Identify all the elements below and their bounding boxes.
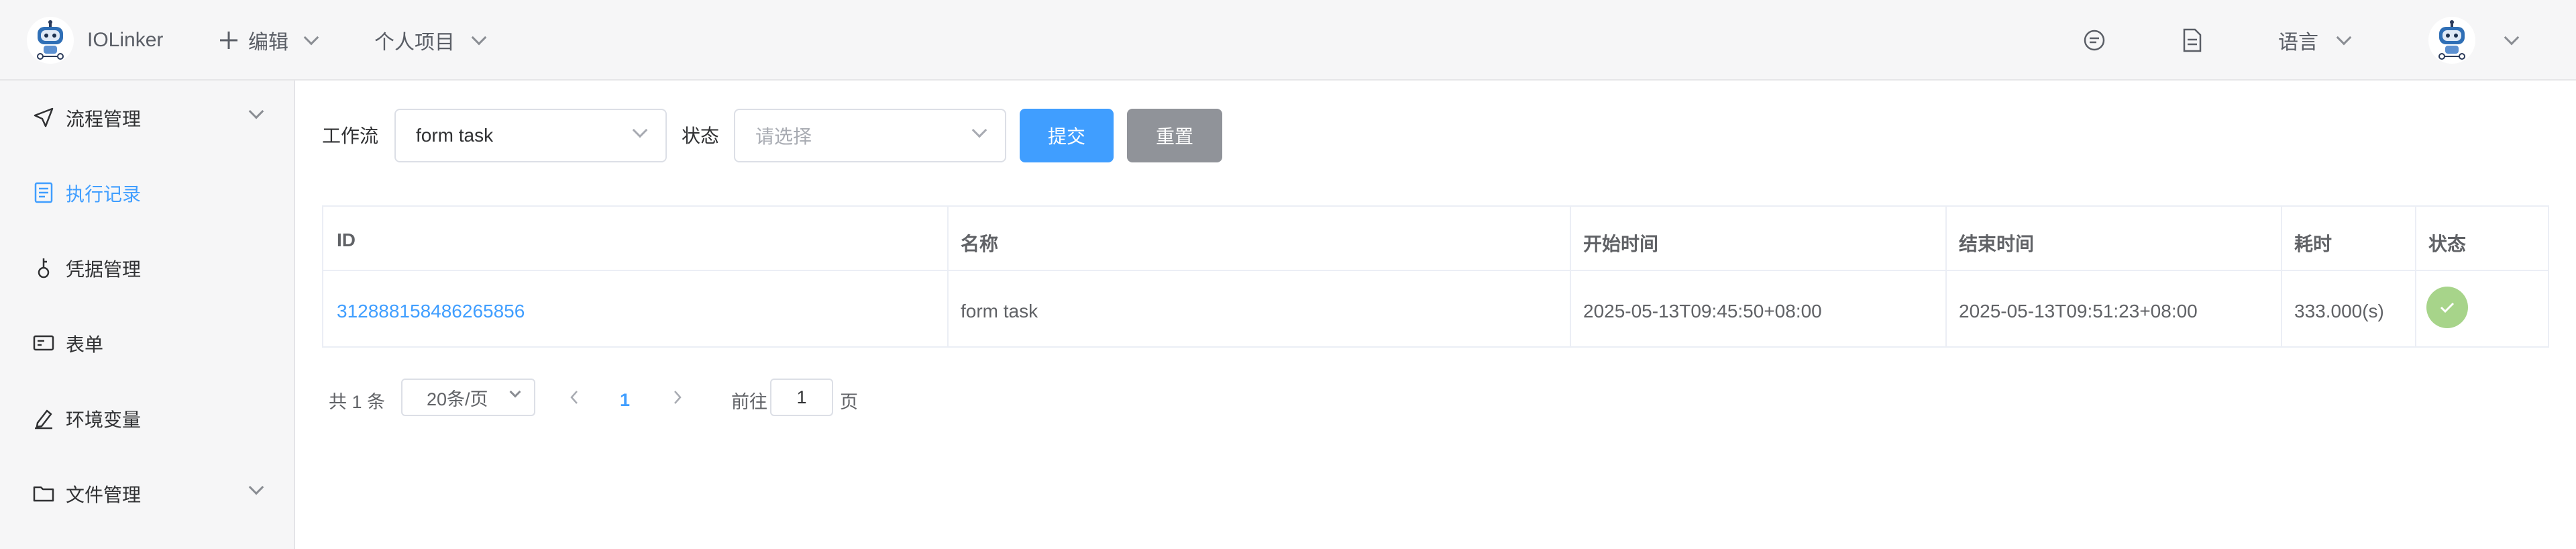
column-header-start-time[interactable]: 开始时间 [1583, 230, 1658, 256]
column-header-end-time[interactable]: 结束时间 [1959, 230, 2034, 256]
top-header: IOLinker 编辑 个人项目 语言 [0, 0, 2576, 81]
sidebar-item-credentials[interactable]: 凭据管理 [0, 231, 295, 306]
chevron-down-icon [2336, 30, 2352, 46]
cell-name: form task [961, 301, 1038, 321]
pagination-total: 共 1 条 [329, 391, 386, 412]
status-success-badge [2426, 287, 2468, 328]
chevron-right-icon [674, 391, 682, 404]
next-page-button[interactable] [672, 388, 683, 407]
column-divider [947, 207, 949, 346]
project-menu[interactable]: 个人项目 [374, 0, 487, 81]
column-divider [1945, 207, 1947, 346]
column-header-id[interactable]: ID [337, 230, 356, 251]
chevron-down-icon [248, 103, 264, 119]
robot-logo-icon [27, 17, 74, 64]
status-select-placeholder: 请选择 [755, 126, 812, 147]
check-icon [2440, 302, 2455, 313]
chevron-down-icon [303, 30, 319, 46]
edit-menu[interactable]: 编辑 [219, 0, 319, 81]
form-icon [33, 335, 54, 351]
page-size-value: 20条/页 [427, 389, 488, 409]
chevron-down-icon [471, 30, 487, 46]
column-header-status[interactable]: 状态 [2428, 230, 2466, 256]
column-header-name[interactable]: 名称 [961, 230, 998, 256]
column-divider [2281, 207, 2282, 346]
brand-logo[interactable] [27, 0, 74, 81]
user-menu[interactable] [2428, 0, 2520, 81]
message-button[interactable] [2082, 0, 2106, 81]
chevron-down-icon [2504, 30, 2520, 46]
column-header-duration[interactable]: 耗时 [2294, 230, 2332, 256]
cell-end-time: 2025-05-13T09:51:23+08:00 [1959, 301, 2198, 321]
key-icon [38, 258, 50, 279]
sidebar-item-label: 环境变量 [66, 409, 142, 430]
sidebar-item-label: 流程管理 [66, 109, 142, 130]
language-menu[interactable]: 语言 [2278, 0, 2352, 81]
chevron-down-icon [632, 122, 648, 138]
cell-duration: 333.000(s) [2294, 301, 2384, 321]
document-icon [34, 182, 53, 203]
sidebar-item-workflow[interactable]: 流程管理 [0, 81, 295, 156]
column-divider [1570, 207, 1571, 346]
sidebar-item-label: 执行记录 [66, 184, 142, 205]
brand-name[interactable]: IOLinker [87, 0, 163, 81]
execution-id-link[interactable]: 312888158486265856 [337, 301, 525, 322]
status-filter-label: 状态 [682, 126, 720, 146]
sidebar-item-forms[interactable]: 表单 [0, 306, 295, 381]
folder-icon [33, 486, 54, 502]
chevron-left-icon [570, 391, 578, 404]
goto-suffix: 页 [840, 391, 858, 412]
sidebar: 流程管理 执行记录 凭据管理 表单 环境变量 文件管理 [0, 81, 295, 549]
page-size-select[interactable]: 20条/页 [401, 379, 535, 416]
sidebar-item-label: 文件管理 [66, 485, 142, 505]
reset-button[interactable]: 重置 [1127, 109, 1222, 162]
column-divider [2415, 207, 2416, 346]
send-icon [34, 107, 54, 128]
table-header-divider [323, 270, 2548, 271]
workflow-select[interactable]: form task [394, 109, 667, 162]
sidebar-item-label: 表单 [66, 334, 104, 355]
document-icon [2183, 28, 2202, 52]
chevron-down-icon [971, 122, 987, 138]
message-icon [2084, 30, 2105, 51]
language-menu-label: 语言 [2278, 32, 2318, 54]
plus-icon [220, 32, 237, 49]
edit-menu-label: 编辑 [248, 32, 288, 54]
chevron-down-icon [248, 479, 264, 495]
sidebar-item-label: 凭据管理 [66, 259, 142, 280]
sidebar-item-execution-records[interactable]: 执行记录 [0, 156, 295, 231]
document-button[interactable] [2182, 0, 2203, 81]
user-avatar-icon [2428, 17, 2475, 64]
cell-start-time: 2025-05-13T09:45:50+08:00 [1583, 301, 1822, 321]
workflow-filter-label: 工作流 [322, 126, 379, 146]
project-menu-label: 个人项目 [374, 32, 455, 54]
execution-table: ID 名称 开始时间 结束时间 耗时 状态 312888158486265856… [322, 205, 2549, 348]
sidebar-item-env-vars[interactable]: 环境变量 [0, 381, 295, 456]
workflow-select-value: form task [416, 125, 494, 146]
edit-icon [35, 409, 52, 430]
goto-page-input[interactable]: 1 [770, 379, 833, 416]
goto-prefix: 前往 [731, 391, 767, 412]
prev-page-button[interactable] [569, 388, 580, 407]
page-number-current[interactable]: 1 [620, 381, 630, 419]
submit-button[interactable]: 提交 [1020, 109, 1114, 162]
chevron-down-icon [509, 386, 521, 398]
sidebar-item-files[interactable]: 文件管理 [0, 456, 295, 532]
status-select[interactable]: 请选择 [734, 109, 1006, 162]
